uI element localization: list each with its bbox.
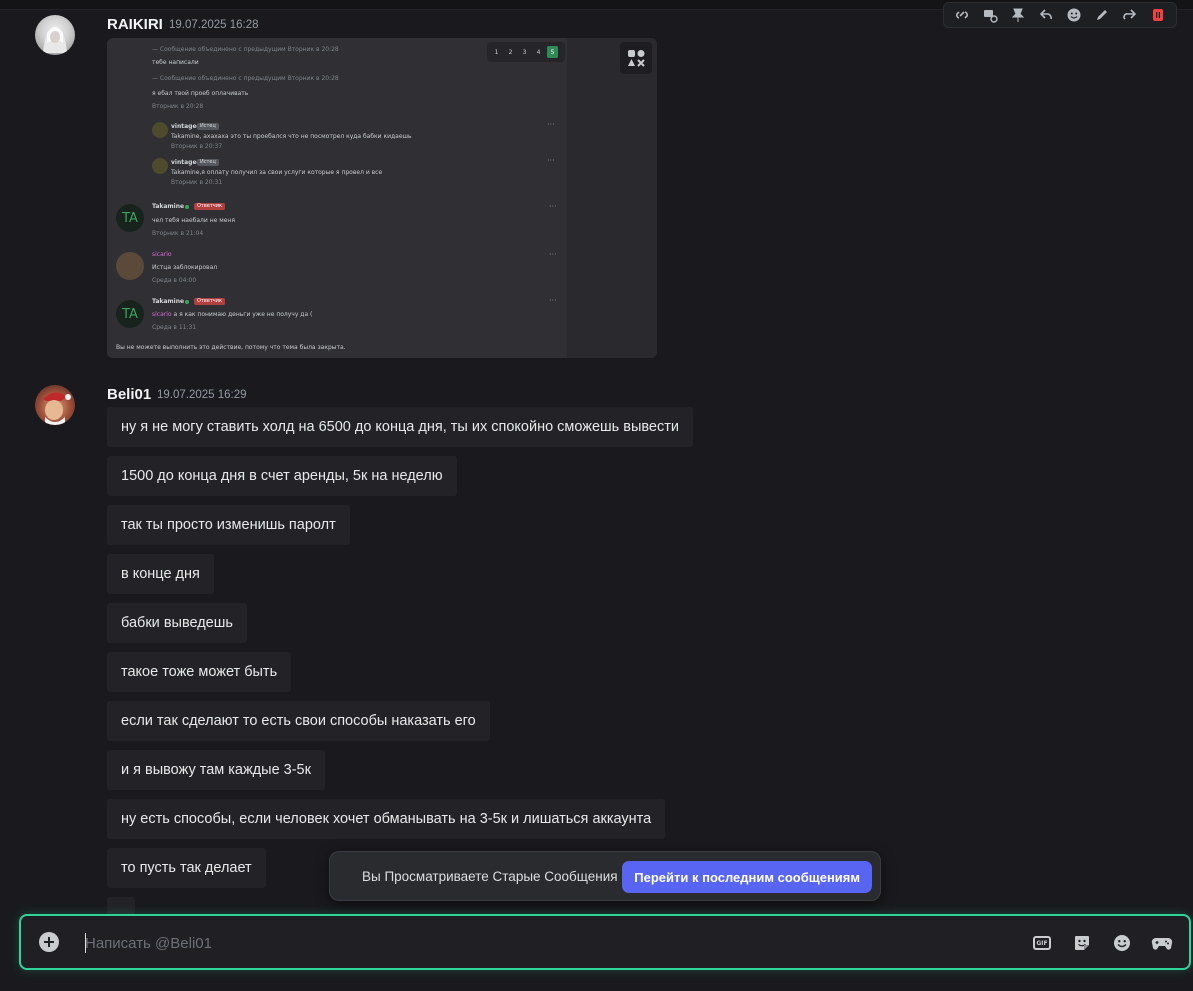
pagination: 1 2 3 4 5 xyxy=(487,42,565,62)
gamepad-icon[interactable] xyxy=(1151,932,1173,954)
role-tag: Ответчик xyxy=(194,298,226,305)
forward-icon[interactable] xyxy=(1118,4,1142,26)
author-name[interactable]: Beli01 xyxy=(107,386,151,403)
screenshot-content: — Сообщение объединено с предыдущим Втор… xyxy=(107,38,567,358)
screenshot-line: sicario а я как понимаю деньги уже не по… xyxy=(152,311,312,318)
mark-unread-icon[interactable] xyxy=(978,4,1002,26)
message-text: так ты просто изменишь паролт xyxy=(107,505,350,545)
screenshot-time: Вторник в 20:28 xyxy=(152,103,204,110)
screenshot-time: Среда в 11:31 xyxy=(152,324,197,331)
message-text: бабки выведешь xyxy=(107,603,247,643)
page-button: 1 xyxy=(494,48,499,56)
avatar xyxy=(152,122,168,138)
avatar xyxy=(152,158,168,174)
message-text: 1500 до конца дня в счет аренды, 5к на н… xyxy=(107,456,457,496)
screenshot-time: Вторник в 21:04 xyxy=(152,230,204,237)
screenshot-line: Истца заблокировал xyxy=(152,264,218,271)
gif-icon[interactable]: GIF xyxy=(1031,932,1053,954)
message-text: ну я не могу ставить холд на 6500 до кон… xyxy=(107,407,693,447)
avatar: TA xyxy=(116,300,144,328)
message-text: если так сделают то есть свои способы на… xyxy=(107,701,490,741)
role-tag: Истец xyxy=(197,159,219,166)
more-icon: ··· xyxy=(547,156,555,165)
screenshot-line: Takamine, ахахаха это ты проебался что н… xyxy=(171,133,412,140)
screenshot-time: Среда в 04:00 xyxy=(152,277,197,284)
screenshot-line: тебе написали xyxy=(152,59,199,66)
message-input[interactable] xyxy=(85,926,985,960)
screenshot-author: sicario xyxy=(152,251,172,258)
emoji-icon[interactable] xyxy=(1111,932,1133,954)
message-composer: GIF xyxy=(19,914,1191,970)
shapes-icon xyxy=(620,42,652,74)
user-mention: sicario xyxy=(152,311,172,318)
screenshot-line: Takamine,я оплату получил за свои услуги… xyxy=(171,169,383,176)
edit-icon[interactable] xyxy=(1090,4,1114,26)
more-icon: ··· xyxy=(549,296,557,305)
avatar: TA xyxy=(116,204,144,232)
role-tag: Ответчик xyxy=(194,203,226,210)
page-button: 3 xyxy=(522,48,527,56)
message-text: такое тоже может быть xyxy=(107,652,292,692)
message-text: ну есть способы, если человек хочет обма… xyxy=(107,799,666,839)
merged-note: — Сообщение объединено с предыдущим Втор… xyxy=(152,75,339,82)
page-button: 4 xyxy=(536,48,541,56)
merged-note: — Сообщение объединено с предыдущим Втор… xyxy=(152,46,339,53)
message-actions-toolbar xyxy=(943,2,1177,28)
message-text: то пусть так делает xyxy=(107,848,266,888)
screenshot-author: Takamine xyxy=(152,298,185,305)
online-status-icon xyxy=(185,300,189,304)
more-icon: ··· xyxy=(547,120,555,129)
screenshot-time: Вторник в 20:37 xyxy=(171,143,223,150)
add-reaction-icon[interactable] xyxy=(950,4,974,26)
old-messages-bar: Вы Просматриваете Старые Сообщения Перей… xyxy=(329,851,881,901)
avatar xyxy=(116,252,144,280)
sticker-icon[interactable] xyxy=(1071,932,1093,954)
add-attachment-icon[interactable] xyxy=(39,932,59,952)
jump-to-present-button[interactable]: Перейти к последним сообщениям xyxy=(622,861,872,893)
screenshot-line: чел тебя наебали не меня xyxy=(152,217,235,224)
message-text: в конце дня xyxy=(107,554,214,594)
avatar[interactable] xyxy=(35,385,75,425)
emoji-icon[interactable] xyxy=(1062,4,1086,26)
message-timestamp: 19.07.2025 16:29 xyxy=(157,389,247,401)
message-text: и я вывожу там каждые 3-5к xyxy=(107,750,325,790)
image-attachment[interactable]: — Сообщение объединено с предыдущим Втор… xyxy=(107,38,657,358)
role-tag: Истец xyxy=(197,123,219,130)
reply-icon[interactable] xyxy=(1034,4,1058,26)
screenshot-time: Вторник в 20:31 xyxy=(171,179,223,186)
chat-area: RAIKIRI 19.07.2025 16:28 — Сообщение объ… xyxy=(0,0,1193,991)
page-button-active: 5 xyxy=(547,46,558,58)
old-messages-label: Вы Просматриваете Старые Сообщения xyxy=(362,868,618,884)
page-button: 2 xyxy=(508,48,513,56)
delete-icon[interactable] xyxy=(1146,4,1170,26)
pin-icon[interactable] xyxy=(1006,4,1030,26)
gif-label: GIF xyxy=(1033,936,1051,950)
screenshot-line: я ебал твой проеб оплачивать xyxy=(152,90,249,97)
avatar[interactable] xyxy=(35,15,75,55)
screenshot-author: Takamine xyxy=(152,203,185,210)
message-text-partial xyxy=(107,897,135,915)
more-icon: ··· xyxy=(549,202,557,211)
message-timestamp: 19.07.2025 16:28 xyxy=(169,19,259,31)
more-icon: ··· xyxy=(549,250,557,259)
author-name[interactable]: RAIKIRI xyxy=(107,16,163,33)
screenshot-line-text: а я как понимаю деньги уже не получу да … xyxy=(171,311,313,318)
closed-thread-note: Вы не можете выполнить это действие, пот… xyxy=(116,344,346,351)
online-status-icon xyxy=(185,205,189,209)
